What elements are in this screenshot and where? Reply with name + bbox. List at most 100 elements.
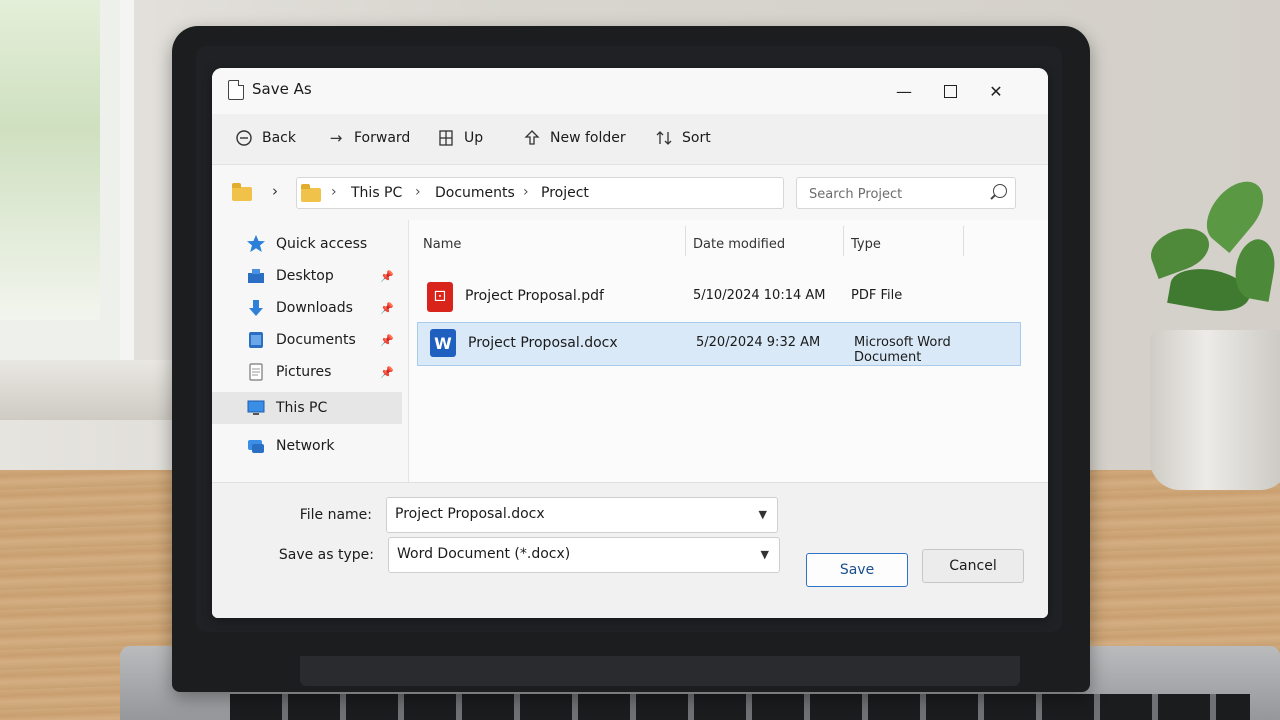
navigation-pane: Quick access Desktop 📌 Downloads 📌 Docum…	[212, 220, 409, 482]
nav-item-quick-access[interactable]: Quick access	[212, 228, 402, 260]
plant-pot	[1150, 330, 1280, 490]
column-header-name[interactable]: Name	[423, 230, 461, 260]
nav-label: Quick access	[276, 236, 368, 252]
cancel-button[interactable]: Cancel	[922, 549, 1024, 583]
chevron-right-icon[interactable]: ›	[272, 182, 278, 200]
save-as-dialog: Save As — ✕ Back → Forward Up New folder…	[212, 68, 1048, 618]
star-icon	[247, 235, 265, 252]
laptop-hinge	[300, 656, 1020, 686]
file-name-value: Project Proposal.docx	[395, 506, 545, 522]
close-button[interactable]: ✕	[976, 76, 1016, 106]
computer-icon	[247, 400, 265, 415]
nav-label: Downloads	[276, 300, 353, 316]
sort-label: Sort	[682, 130, 711, 146]
address-row: › › This PC › Documents › Project	[212, 164, 1048, 222]
document-icon	[228, 80, 244, 100]
nav-item-pictures[interactable]: Pictures 📌	[212, 356, 402, 388]
column-divider[interactable]	[685, 226, 686, 256]
nav-item-downloads[interactable]: Downloads 📌	[212, 292, 402, 324]
file-name-label: File name:	[299, 507, 372, 523]
back-circle-icon	[234, 128, 254, 148]
pin-icon[interactable]: 📌	[380, 270, 394, 283]
maximize-icon	[943, 84, 957, 98]
nav-label: Desktop	[276, 268, 334, 284]
toolbar: Back → Forward Up New folder Sort	[212, 114, 1048, 164]
nav-label: Documents	[276, 332, 356, 348]
documents-icon	[249, 332, 263, 348]
file-date: 5/20/2024 9:32 AM	[696, 335, 821, 350]
breadcrumb-separator: ›	[415, 184, 421, 200]
nav-item-this-pc[interactable]: This PC	[212, 392, 402, 424]
window-sill	[0, 360, 200, 420]
close-icon: ✕	[989, 81, 1003, 101]
title-bar: Save As — ✕	[212, 68, 1048, 114]
file-date: 5/10/2024 10:14 AM	[693, 288, 826, 303]
pdf-icon: ⚀	[427, 282, 453, 312]
back-label: Back	[262, 130, 296, 146]
minimize-button[interactable]: —	[884, 76, 924, 106]
file-list: Name Date modified Type ⚀ Project Propos…	[409, 220, 1048, 482]
search-input[interactable]	[807, 184, 987, 204]
pin-icon[interactable]: 📌	[380, 366, 394, 379]
file-name: Project Proposal.pdf	[465, 288, 604, 304]
file-name: Project Proposal.docx	[468, 335, 618, 351]
forward-label: Forward	[354, 130, 411, 146]
save-as-type-value: Word Document (*.docx)	[397, 546, 571, 562]
file-type: Microsoft Word Document	[854, 335, 951, 365]
maximize-button[interactable]	[930, 76, 970, 106]
room-window	[0, 0, 134, 360]
back-button[interactable]: Back	[234, 128, 296, 148]
search-icon[interactable]	[993, 184, 1007, 198]
sort-icon	[654, 128, 674, 148]
chevron-down-icon[interactable]: ▼	[759, 508, 767, 521]
laptop-keyboard	[230, 694, 1250, 720]
file-type: PDF File	[851, 288, 903, 303]
folder-icon	[232, 183, 252, 201]
save-button[interactable]: Save	[806, 553, 908, 587]
arrow-right-icon: →	[329, 129, 343, 147]
dialog-title: Save As	[252, 80, 312, 98]
new-folder-label: New folder	[550, 130, 626, 146]
network-icon	[248, 440, 264, 453]
search-box	[796, 177, 1016, 209]
minimize-icon: —	[896, 81, 912, 101]
breadcrumb-separator: ›	[331, 184, 337, 200]
column-header-date-modified[interactable]: Date modified	[693, 230, 785, 260]
save-as-type-select[interactable]: Word Document (*.docx) ▼	[388, 537, 780, 573]
sort-button[interactable]: Sort	[654, 128, 711, 148]
save-controls: File name: Project Proposal.docx ▼ Save …	[212, 482, 1048, 618]
breadcrumb-documents[interactable]: Documents	[435, 185, 515, 201]
nav-item-network[interactable]: Network	[212, 430, 402, 462]
folder-icon	[301, 184, 321, 202]
new-folder-button[interactable]: New folder	[522, 128, 626, 148]
nav-item-desktop[interactable]: Desktop 📌	[212, 260, 402, 292]
column-divider[interactable]	[963, 226, 964, 256]
word-icon: W	[430, 329, 456, 357]
download-arrow-icon	[249, 300, 263, 316]
up-grid-icon	[436, 128, 456, 148]
forward-button[interactable]: → Forward	[326, 128, 411, 148]
file-row-docx[interactable]: W Project Proposal.docx 5/20/2024 9:32 A…	[417, 322, 1021, 366]
column-header-type[interactable]: Type	[851, 230, 881, 260]
nav-label: Network	[276, 438, 335, 454]
breadcrumb-project[interactable]: Project	[541, 185, 589, 201]
desktop-icon	[248, 269, 264, 283]
pin-icon[interactable]: 📌	[380, 302, 394, 315]
chevron-down-icon[interactable]: ▼	[761, 548, 769, 561]
nav-item-documents[interactable]: Documents 📌	[212, 324, 402, 356]
new-folder-icon	[522, 128, 542, 148]
column-divider[interactable]	[843, 226, 844, 256]
save-as-type-label: Save as type:	[278, 547, 374, 563]
address-bar[interactable]: › This PC › Documents › Project	[296, 177, 784, 209]
file-row-pdf[interactable]: ⚀ Project Proposal.pdf 5/10/2024 10:14 A…	[417, 276, 1019, 318]
window-glass	[0, 0, 100, 320]
nav-label: Pictures	[276, 364, 332, 380]
pictures-icon	[249, 363, 263, 381]
file-name-input[interactable]: Project Proposal.docx ▼	[386, 497, 778, 533]
up-button[interactable]: Up	[436, 128, 483, 148]
up-label: Up	[464, 130, 484, 146]
breadcrumb-separator: ›	[523, 184, 529, 200]
nav-label: This PC	[276, 400, 328, 416]
breadcrumb-this-pc[interactable]: This PC	[351, 185, 402, 201]
pin-icon[interactable]: 📌	[380, 334, 394, 347]
